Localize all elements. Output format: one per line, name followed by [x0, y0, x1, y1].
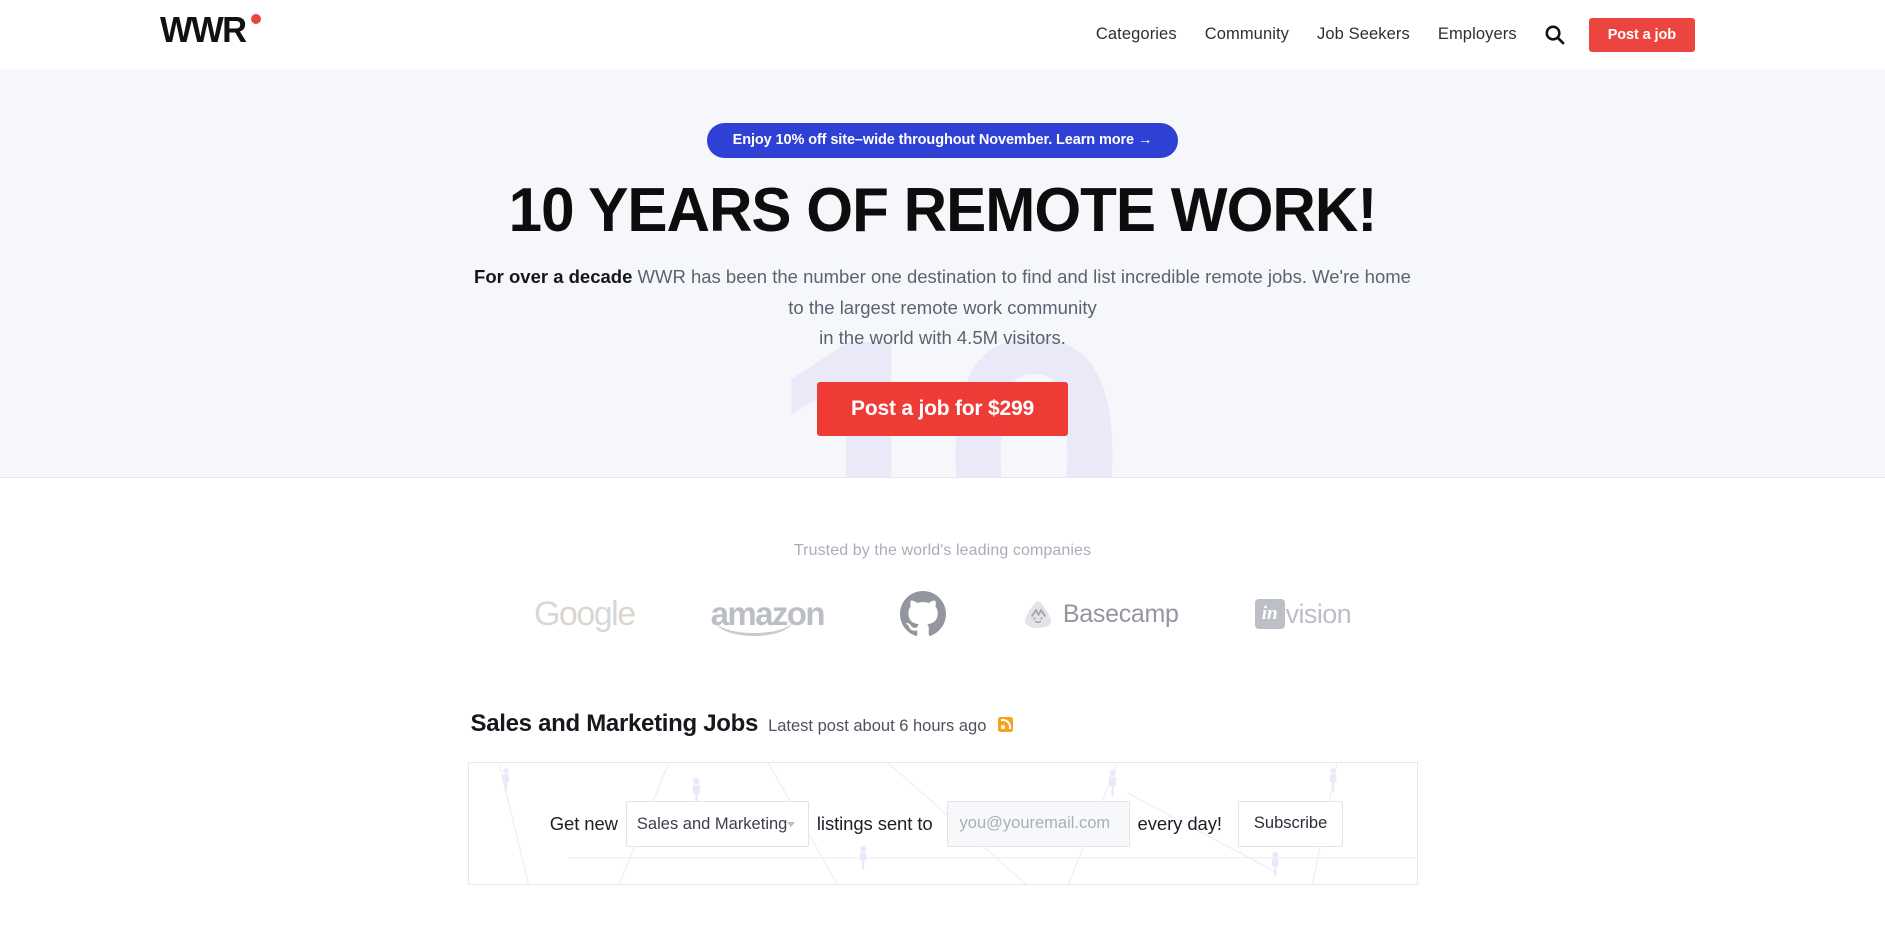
category-select-wrapper: Sales and Marketing	[625, 800, 809, 847]
hero-subtitle-line3: in the world with 4.5M visitors.	[819, 327, 1066, 348]
github-icon	[899, 591, 946, 636]
invision-logo: in vision	[1254, 598, 1352, 630]
trusted-by-section: Trusted by the world's leading companies…	[0, 478, 1885, 642]
main-navigation: Categories Community Job Seekers Employe…	[1082, 0, 1695, 69]
logo-dot-icon	[251, 14, 262, 24]
company-logo-list: Google amazon Basecamp in vision	[0, 586, 1885, 642]
google-logo: Google	[533, 594, 636, 634]
logo-text: WWR	[160, 9, 247, 50]
subscribe-suffix-label: every day!	[1137, 812, 1222, 834]
site-logo[interactable]: WWR	[160, 9, 262, 50]
basecamp-logo: Basecamp	[1022, 598, 1179, 630]
google-letter-g1: G	[533, 594, 560, 633]
nav-item-community[interactable]: Community	[1191, 25, 1303, 44]
nav-item-categories[interactable]: Categories	[1082, 25, 1191, 44]
subscribe-button[interactable]: Subscribe	[1237, 800, 1344, 847]
nav-item-job-seekers[interactable]: Job Seekers	[1303, 25, 1424, 44]
rss-icon[interactable]	[998, 716, 1014, 732]
amazon-logo: amazon	[711, 597, 826, 636]
subscribe-middle-label: listings sent to	[816, 812, 933, 834]
hero-section: 10 Enjoy 10% off site–wide throughout No…	[0, 69, 1885, 478]
basecamp-icon	[1024, 601, 1051, 628]
invision-wordmark: vision	[1285, 598, 1352, 629]
hero-subtitle: For over a decade WWR has been the numbe…	[468, 262, 1418, 354]
github-logo	[899, 591, 946, 637]
amazon-smile-icon	[714, 620, 793, 636]
hero-subtitle-rest: WWR has been the number one destination …	[632, 266, 1411, 318]
invision-badge: in	[1254, 599, 1285, 629]
google-letter-o1: o	[558, 594, 578, 633]
basecamp-wordmark: Basecamp	[1062, 599, 1179, 628]
jobs-section-header: Sales and Marketing Jobs Latest post abo…	[468, 710, 1418, 738]
subscribe-box: Get new Sales and Marketing listings sen…	[467, 762, 1418, 885]
jobs-latest-post-meta: Latest post about 6 hours ago	[768, 717, 987, 735]
search-button[interactable]	[1541, 21, 1569, 49]
post-a-job-button[interactable]: Post a job	[1588, 17, 1695, 52]
nav-item-employers[interactable]: Employers	[1424, 25, 1531, 44]
promo-banner-link[interactable]: Enjoy 10% off site–wide throughout Novem…	[706, 123, 1179, 158]
site-header: WWR Categories Community Job Seekers Emp…	[0, 0, 1885, 69]
category-select[interactable]: Sales and Marketing	[625, 800, 809, 847]
google-letter-g2: g	[593, 594, 613, 633]
subscribe-prefix-label: Get new	[549, 812, 618, 834]
google-letter-e: e	[617, 594, 636, 633]
jobs-section: Sales and Marketing Jobs Latest post abo…	[467, 642, 1418, 885]
hero-subtitle-bold: For over a decade	[474, 266, 633, 287]
hero-post-job-cta[interactable]: Post a job for $299	[817, 381, 1068, 436]
trusted-by-label: Trusted by the world's leading companies	[793, 542, 1092, 559]
google-letter-o2: o	[576, 594, 595, 633]
jobs-section-title: Sales and Marketing Jobs	[470, 710, 759, 737]
search-icon	[1545, 25, 1565, 45]
email-input[interactable]	[946, 800, 1130, 847]
hero-title: 10 YEARS OF REMOTE WORK!	[508, 176, 1378, 245]
